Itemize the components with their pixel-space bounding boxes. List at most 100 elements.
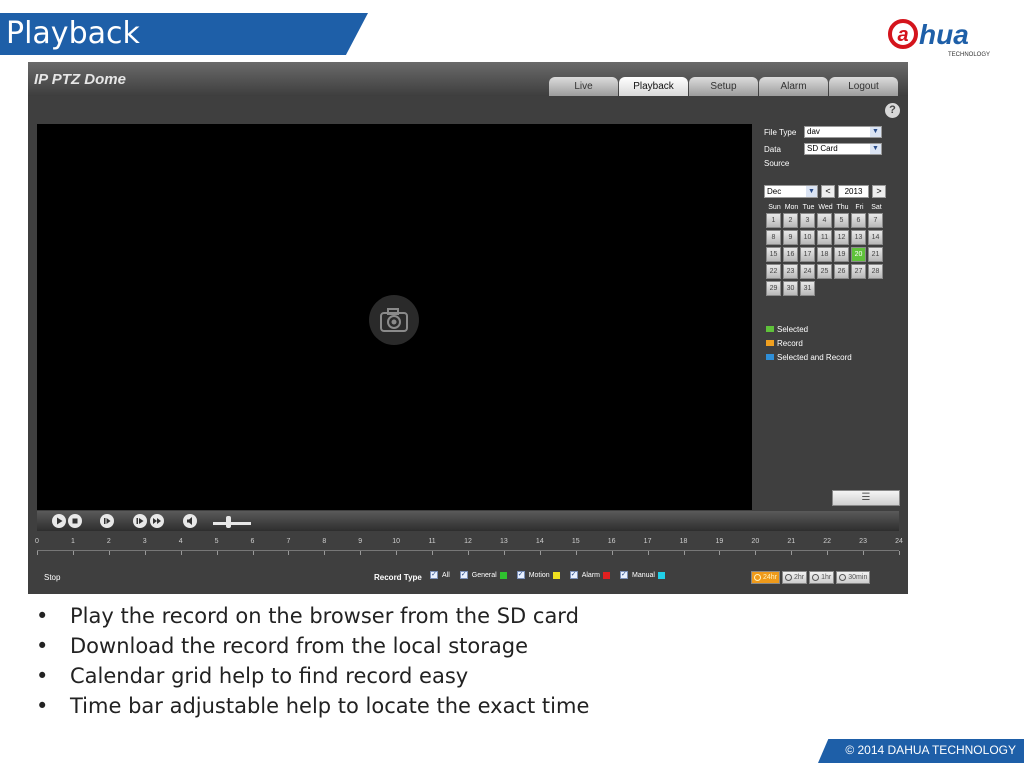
help-icon[interactable]: ? [885,103,900,118]
calendar-day[interactable]: 28 [868,264,883,279]
record-type-color-swatch [552,571,560,579]
record-type-all[interactable]: ✓ All [430,571,450,579]
data-source-select[interactable]: SD Card ▼ [804,143,882,155]
checkbox-checked-icon[interactable]: ✓ [430,571,438,579]
tab-live[interactable]: Live [549,77,618,96]
timeline-hour-label: 19 [715,538,724,545]
zoom-label: 24hr [763,574,778,581]
calendar-day[interactable]: 18 [817,247,832,262]
calendar-day[interactable]: 9 [783,230,798,245]
calendar-day[interactable]: 21 [868,247,883,262]
zoom-24hr-button[interactable]: 24hr [751,571,781,584]
next-year-button[interactable]: > [872,185,886,198]
zoom-30min-button[interactable]: 30min [836,571,871,584]
tab-playback[interactable]: Playback [619,77,688,96]
weekday-label: Mon [784,204,799,211]
tab-setup[interactable]: Setup [689,77,758,96]
data-source-row-2: Source [764,159,804,168]
play-icon [57,517,63,525]
timeline-hour-label: 4 [178,538,183,545]
zoom-1hr-button[interactable]: 1hr [809,571,835,584]
timeline-bar[interactable]: 0 1 2 3 4 5 6 7 8 9 10 11 12 13 14 15 16 17 18 19 20 21 22 23 24 [28,532,908,572]
timeline-tick [252,551,254,555]
stop-button[interactable] [68,514,82,528]
calendar-day[interactable]: 29 [766,281,781,296]
record-type-color-swatch [499,571,507,579]
file-type-value: dav [807,127,820,136]
calendar-day[interactable]: 22 [766,264,781,279]
calendar-day[interactable]: 4 [817,213,832,228]
timeline-tick [288,551,290,555]
record-type-alarm[interactable]: ✓ Alarm [569,571,610,579]
checkbox-checked-icon[interactable]: ✓ [569,571,578,579]
slow-button[interactable] [133,514,147,528]
calendar-day[interactable]: 8 [766,230,781,245]
volume-slider-handle[interactable] [226,516,231,528]
calendar-day[interactable]: 12 [834,230,849,245]
volume-slider-track[interactable] [213,522,251,525]
data-source-row: Data SD Card ▼ [764,143,882,155]
calendar-day[interactable]: 20 [851,247,866,262]
zoom-label: 1hr [821,574,832,581]
record-type-manual[interactable]: ✓ Manual [619,571,665,579]
timeline-hour-label: 2 [106,538,111,545]
calendar-day[interactable]: 19 [834,247,849,262]
calendar-day[interactable]: 5 [834,213,849,228]
play-button[interactable] [52,514,66,528]
checkbox-checked-icon[interactable]: ✓ [619,571,628,579]
mute-button[interactable] [183,514,197,528]
tab-logout[interactable]: Logout [829,77,898,96]
checkbox-checked-icon[interactable]: ✓ [459,571,468,579]
legend-swatch [766,340,774,346]
prev-year-button[interactable]: < [821,185,835,198]
calendar-day[interactable]: 25 [817,264,832,279]
calendar-day[interactable]: 17 [800,247,815,262]
calendar-day[interactable]: 11 [817,230,832,245]
calendar-day[interactable]: 26 [834,264,849,279]
tab-bar: Live Playback Setup Alarm Logout [548,77,898,96]
calendar-day[interactable]: 30 [783,281,798,296]
record-type-motion[interactable]: ✓ Motion [516,571,560,579]
file-type-select[interactable]: dav ▼ [804,126,882,138]
clock-icon [785,574,793,581]
fast-button[interactable] [150,514,164,528]
file-list-button[interactable]: ☰ [832,490,900,506]
calendar-day[interactable]: 15 [766,247,781,262]
timeline-tick [432,551,434,555]
calendar-day[interactable]: 16 [783,247,798,262]
timeline-hour-label: 24 [895,538,903,545]
tab-alarm[interactable]: Alarm [759,77,828,96]
calendar-day[interactable]: 10 [800,230,815,245]
ui-header: IP PTZ Dome Live Playback Setup Alarm Lo… [28,62,908,96]
calendar-day[interactable]: 6 [851,213,866,228]
calendar-day[interactable]: 7 [868,213,883,228]
next-frame-icon [104,518,111,524]
calendar-day[interactable]: 14 [868,230,883,245]
timeline-hour-label: 10 [392,538,401,545]
calendar-day[interactable]: 31 [800,281,815,296]
calendar-day[interactable]: 2 [783,213,798,228]
timeline-hour-label: 9 [358,538,363,545]
camera-icon [369,295,419,345]
zoom-2hr-button[interactable]: 2hr [782,571,808,584]
calendar-day[interactable]: 24 [800,264,815,279]
timeline-hour-label: 5 [214,538,219,545]
calendar-day[interactable]: 23 [783,264,798,279]
timeline-tick [575,551,577,555]
next-frame-button[interactable] [100,514,114,528]
timeline-hour-label: 14 [535,538,544,545]
record-type-label: Record Type [374,573,422,582]
checkbox-checked-icon[interactable]: ✓ [516,571,525,579]
timeline-tick [683,551,685,555]
calendar-day[interactable]: 27 [851,264,866,279]
record-type-color-swatch [657,571,665,579]
record-type-label: General [471,571,497,579]
month-select[interactable]: Dec ▼ [764,185,818,198]
calendar-day[interactable]: 1 [766,213,781,228]
calendar-day[interactable]: 3 [800,213,815,228]
record-type-general[interactable]: ✓ General [459,571,507,579]
calendar-day[interactable]: 13 [851,230,866,245]
legend-swatch [766,354,774,360]
chevron-down-icon: ▼ [870,127,881,137]
footer-bar: © 2014 DAHUA TECHNOLOGY [818,739,1024,763]
